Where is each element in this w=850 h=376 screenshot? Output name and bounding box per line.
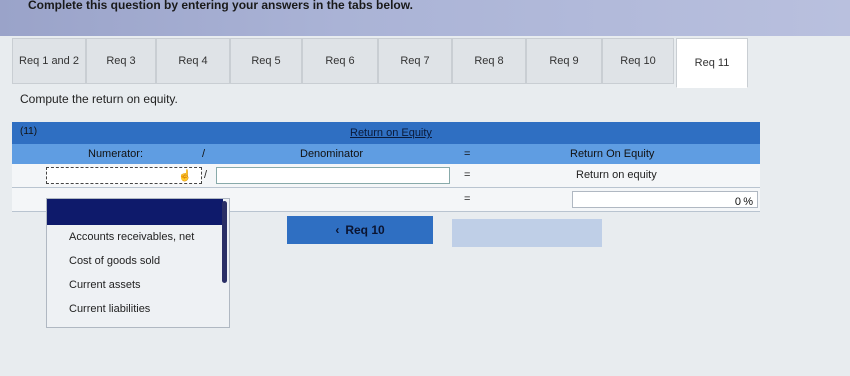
result-header: Return On Equity bbox=[570, 148, 655, 160]
result-label: Return on equity bbox=[576, 169, 657, 181]
instructions-banner: Complete this question by entering your … bbox=[0, 0, 850, 36]
numerator-dropdown[interactable]: Accounts receivables, net Cost of goods … bbox=[46, 198, 230, 328]
dropdown-option[interactable]: Cost of goods sold bbox=[69, 255, 160, 267]
row-equals: = bbox=[464, 169, 471, 181]
tab-req-7[interactable]: Req 7 bbox=[378, 38, 452, 84]
tab-req-10[interactable]: Req 10 bbox=[602, 38, 674, 84]
cursor-hand-icon: ☝ bbox=[178, 170, 192, 182]
slash-header: / bbox=[202, 148, 206, 160]
previous-req-label: Req 10 bbox=[345, 223, 385, 237]
tab-req-4[interactable]: Req 4 bbox=[156, 38, 230, 84]
tab-req-8[interactable]: Req 8 bbox=[452, 38, 526, 84]
banner-title: Complete this question by entering your … bbox=[28, 0, 413, 12]
tab-req-5[interactable]: Req 5 bbox=[230, 38, 302, 84]
table-title: Return on Equity bbox=[350, 127, 432, 139]
next-req-button[interactable] bbox=[452, 219, 602, 247]
tab-req-9[interactable]: Req 9 bbox=[526, 38, 602, 84]
dropdown-scrollbar[interactable] bbox=[222, 201, 227, 283]
dropdown-option[interactable]: Current assets bbox=[69, 279, 141, 291]
tab-req-1-2[interactable]: Req 1 and 2 bbox=[12, 38, 86, 84]
instruction-text: Compute the return on equity. bbox=[20, 92, 178, 106]
requirement-id: (11) bbox=[20, 126, 38, 137]
denominator-header: Denominator bbox=[300, 148, 363, 160]
tab-req-11[interactable]: Req 11 bbox=[676, 38, 748, 88]
column-header-row: Numerator: / Denominator = Return On Equ… bbox=[12, 144, 760, 164]
tab-req-6[interactable]: Req 6 bbox=[302, 38, 378, 84]
row-equals: = bbox=[464, 193, 471, 205]
equals-header: = bbox=[464, 148, 471, 160]
chevron-left-icon: ‹ bbox=[335, 223, 340, 237]
tab-req-3[interactable]: Req 3 bbox=[86, 38, 156, 84]
roe-value: 0 bbox=[734, 196, 741, 208]
dropdown-option[interactable]: Accounts receivables, net bbox=[69, 231, 194, 243]
return-on-equity-input[interactable]: 0 % bbox=[572, 191, 758, 208]
dropdown-option[interactable]: Current liabilities bbox=[69, 303, 150, 315]
dropdown-highlighted-option[interactable] bbox=[47, 199, 223, 225]
table-row: ☝ / = Return on equity bbox=[12, 164, 760, 188]
previous-req-button[interactable]: ‹ Req 10 bbox=[287, 216, 433, 244]
row-slash: / bbox=[204, 169, 208, 181]
percent-sign: % bbox=[743, 196, 753, 208]
denominator-select[interactable] bbox=[216, 167, 450, 184]
table-header-row: (11) Return on Equity bbox=[12, 122, 760, 144]
numerator-header: Numerator: bbox=[88, 148, 144, 160]
